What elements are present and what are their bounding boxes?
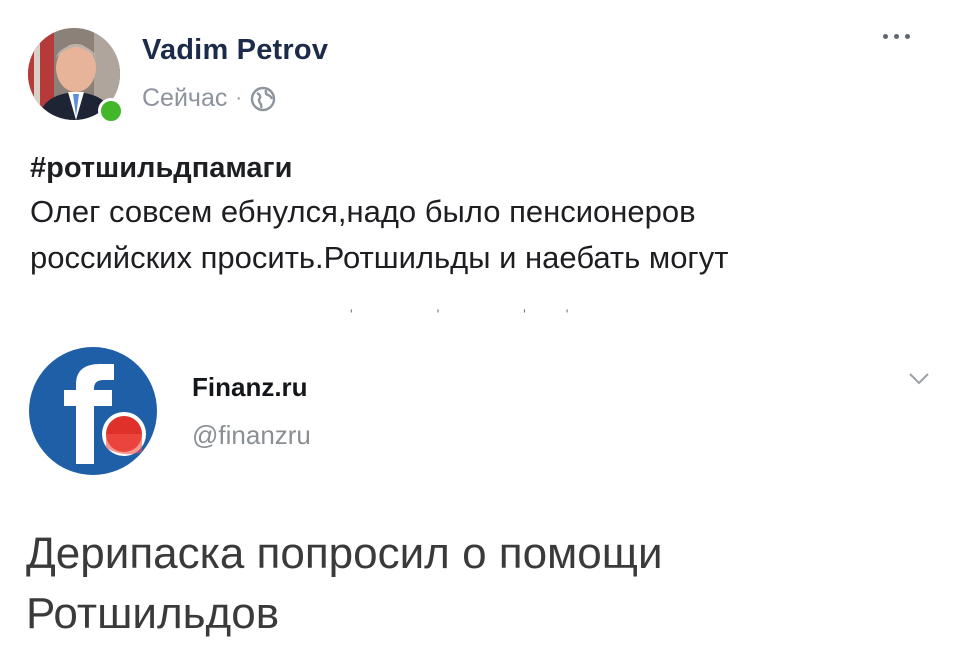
- post-timestamp[interactable]: Сейчас: [142, 84, 227, 113]
- finanz-logo-icon[interactable]: [26, 344, 160, 478]
- embed-text: Дерипаска попросил о помощи Ротшильдов: [26, 529, 663, 638]
- post-text: Олег совсем ебнулся,надо было пенсионеро…: [30, 194, 729, 275]
- meta-separator: ·: [235, 87, 243, 109]
- author-name[interactable]: Vadim Petrov: [142, 34, 328, 67]
- globe-icon[interactable]: [250, 86, 276, 112]
- image-noise-specks: ' ' '': [350, 306, 609, 322]
- more-dots-icon: [883, 34, 888, 39]
- post-meta: Сейчас ·: [142, 84, 276, 113]
- more-options-button[interactable]: [883, 34, 910, 39]
- chevron-down-icon[interactable]: [908, 372, 930, 386]
- embed-account-handle[interactable]: @finanzru: [192, 420, 311, 451]
- hashtag-link[interactable]: #ротшильдпамаги: [30, 152, 292, 185]
- online-status-dot: [98, 98, 124, 124]
- embedded-tweet[interactable]: Finanz.ru @finanzru Дерипаска попросил о…: [26, 338, 936, 658]
- embed-account-name[interactable]: Finanz.ru: [192, 372, 308, 403]
- post-header: Vadim Petrov Сейчас ·: [28, 28, 932, 128]
- post-body: #ротшильдпамаги Олег совсем ебнулся,надо…: [30, 152, 930, 281]
